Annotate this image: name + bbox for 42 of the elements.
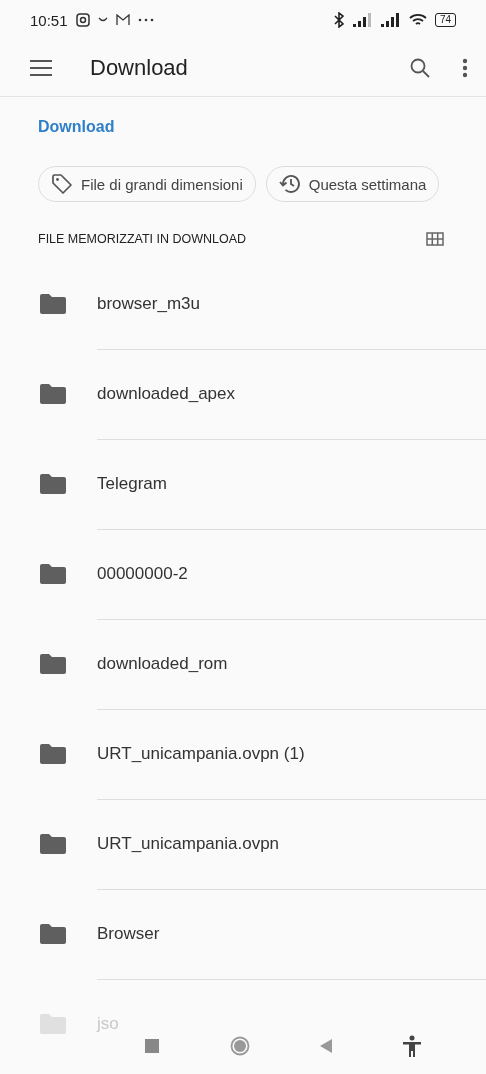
- folder-name[interactable]: Browser: [97, 923, 160, 944]
- recents-icon[interactable]: [145, 1039, 160, 1053]
- folder-icon: [39, 834, 66, 854]
- more-options-icon[interactable]: [462, 58, 468, 78]
- history-icon: [278, 173, 301, 195]
- folder-icon: [39, 1014, 66, 1034]
- back-icon[interactable]: [320, 1039, 333, 1053]
- folder-icon: [39, 744, 66, 764]
- folder-name[interactable]: downloaded_rom: [97, 653, 228, 674]
- wave-icon: [97, 17, 108, 23]
- folder-name[interactable]: downloaded_apex: [97, 383, 235, 404]
- folder-icon: [39, 654, 66, 674]
- breadcrumb-link[interactable]: Download: [38, 118, 115, 136]
- folder-icon: [39, 384, 66, 404]
- battery-indicator: 74: [434, 13, 456, 27]
- home-icon[interactable]: [229, 1036, 250, 1056]
- folder-icon: [39, 474, 66, 494]
- filter-chip[interactable]: Questa settimana: [265, 166, 440, 202]
- camera-icon: [75, 13, 90, 27]
- folder-name[interactable]: URT_unicampania.ovpn: [97, 833, 280, 854]
- mail-icon: [115, 14, 130, 26]
- grid-view-icon[interactable]: [426, 232, 444, 246]
- folder-icon: [39, 294, 66, 314]
- folder-name[interactable]: 00000000-2: [97, 563, 188, 584]
- clock: 10:51: [30, 11, 68, 29]
- wifi-icon: [408, 13, 427, 27]
- menu-icon[interactable]: [30, 60, 52, 76]
- filter-chip[interactable]: File di grandi dimensioni: [38, 166, 256, 202]
- folder-name[interactable]: browser_m3u: [97, 293, 200, 314]
- signal-icon: [352, 13, 373, 27]
- folder-icon: [39, 564, 66, 584]
- signal-icon: [380, 13, 401, 27]
- folder-name[interactable]: URT_unicampania.ovpn (1): [97, 743, 305, 764]
- folder-icon: [39, 924, 66, 944]
- search-icon[interactable]: [410, 58, 430, 78]
- tag-icon: [51, 173, 73, 195]
- folder-name[interactable]: Telegram: [97, 473, 167, 494]
- section-title: FILE MEMORIZZATI IN DOWNLOAD: [38, 232, 248, 246]
- app-title: Download: [90, 55, 189, 81]
- bluetooth-icon: [332, 12, 345, 28]
- accessibility-icon[interactable]: [402, 1035, 421, 1057]
- more-icon: [137, 18, 154, 22]
